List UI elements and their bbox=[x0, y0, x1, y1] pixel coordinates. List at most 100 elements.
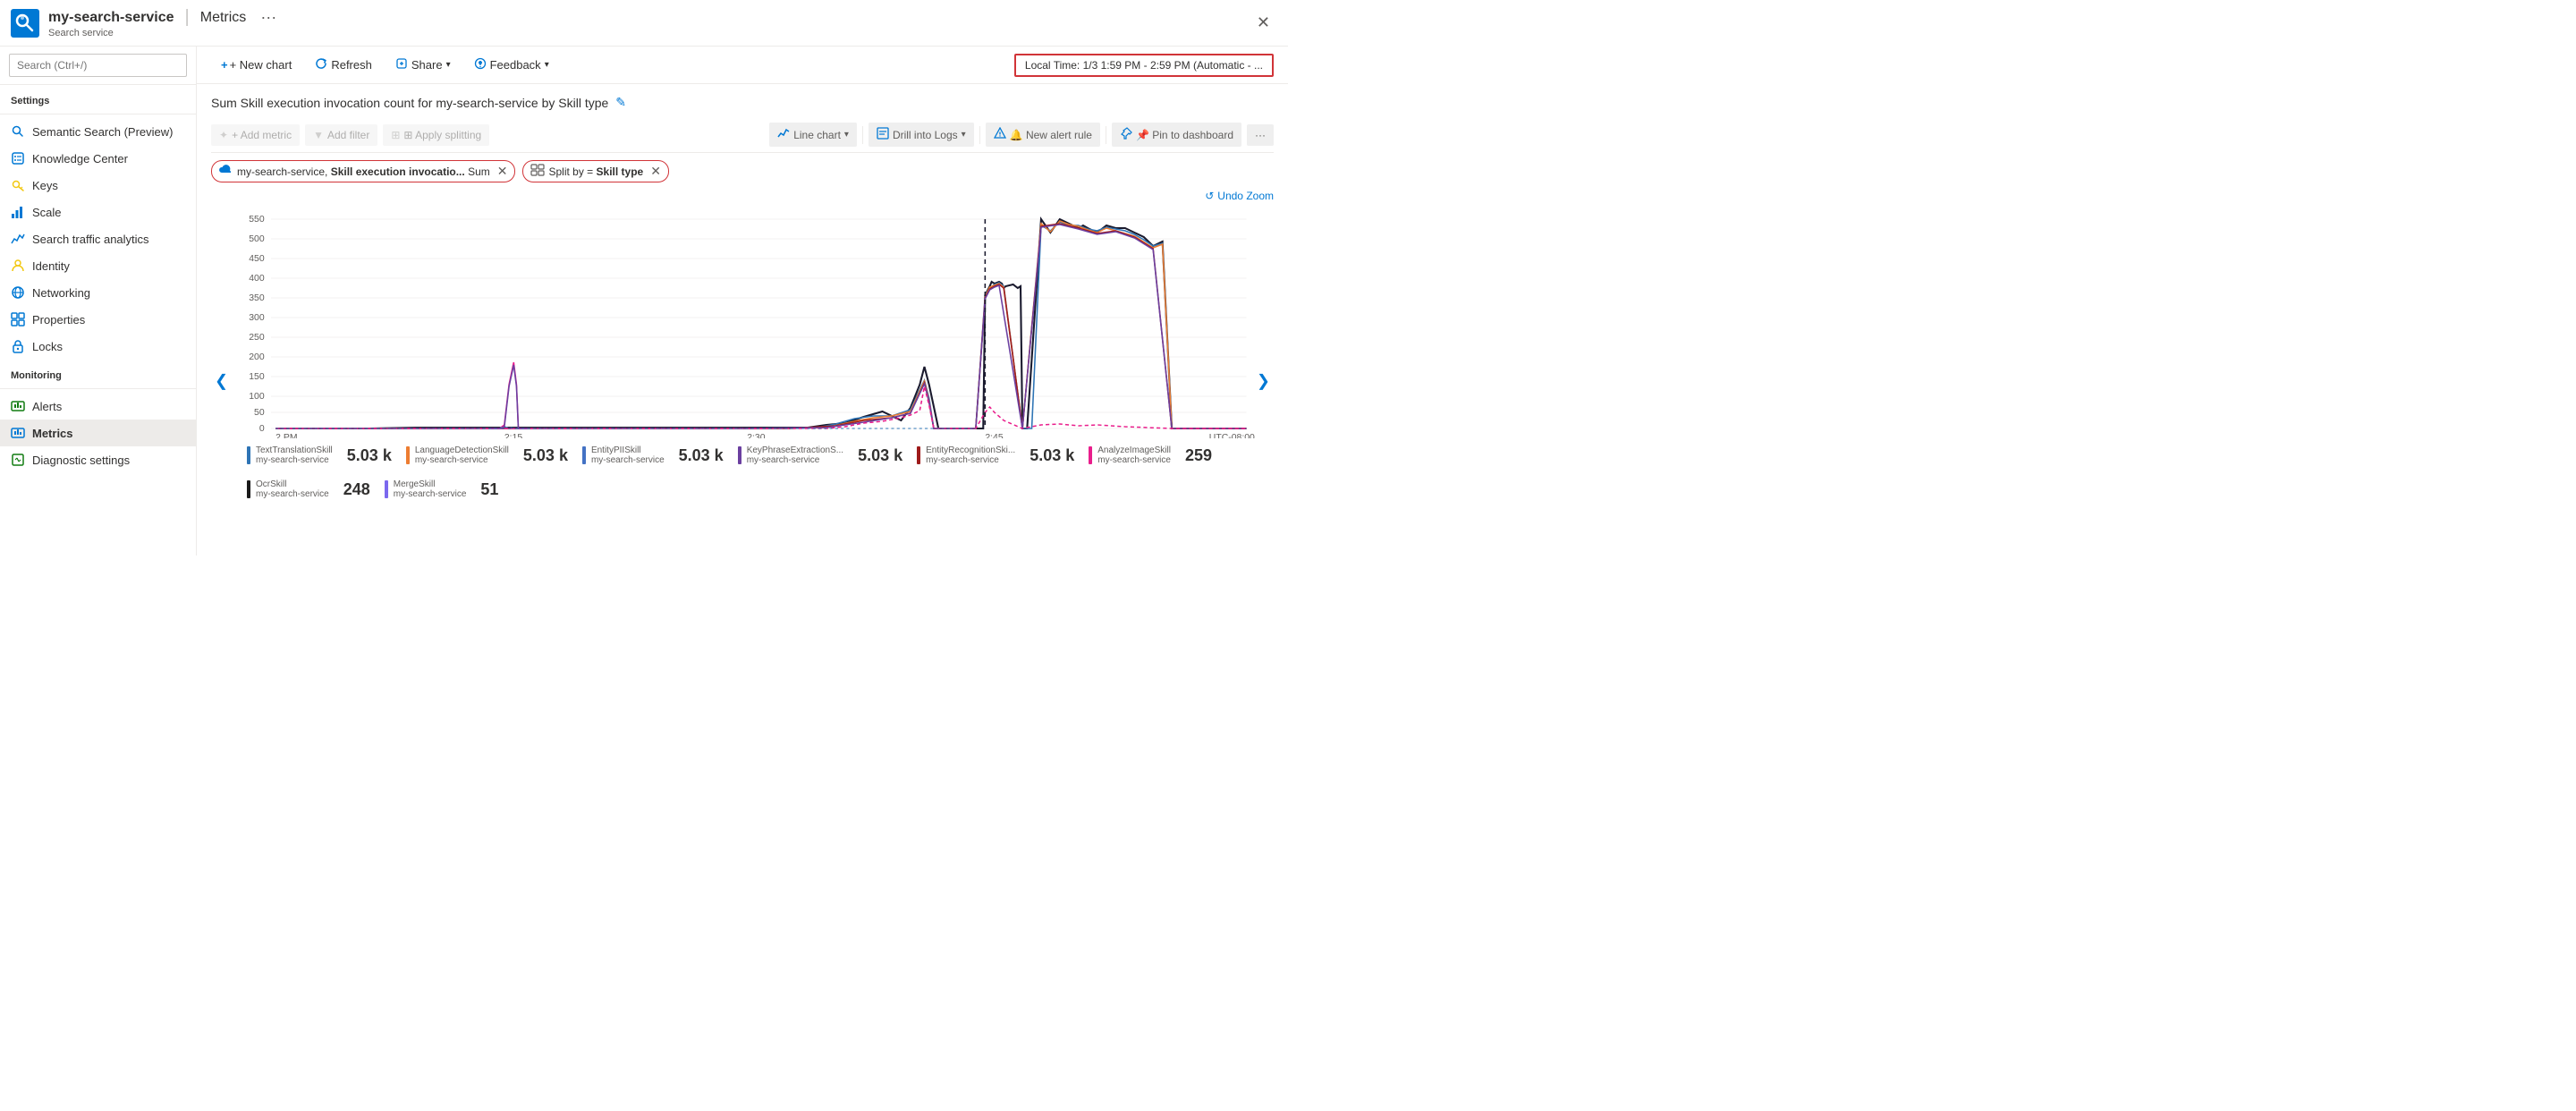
sidebar-search-container bbox=[0, 47, 196, 85]
add-metric-button[interactable]: ✦ + Add metric bbox=[211, 124, 300, 146]
properties-icon bbox=[11, 312, 25, 327]
new-alert-label: 🔔 New alert rule bbox=[1010, 129, 1092, 141]
sidebar-item-properties[interactable]: Properties bbox=[0, 306, 196, 333]
refresh-icon bbox=[315, 57, 327, 72]
sidebar-label-search-traffic: Search traffic analytics bbox=[32, 233, 149, 246]
add-filter-label: Add filter bbox=[327, 129, 369, 141]
sidebar-label-semantic-search: Semantic Search (Preview) bbox=[32, 125, 174, 139]
sidebar-item-scale[interactable]: Scale bbox=[0, 199, 196, 225]
svg-text:400: 400 bbox=[249, 274, 265, 284]
metric-pill[interactable]: my-search-service, Skill execution invoc… bbox=[211, 160, 515, 182]
feedback-caret: ▾ bbox=[545, 60, 549, 70]
sidebar-label-identity: Identity bbox=[32, 259, 70, 273]
pill-split-close[interactable]: ✕ bbox=[650, 164, 661, 179]
sidebar: Settings Semantic Search (Preview) Knowl… bbox=[0, 47, 197, 556]
drill-logs-caret: ▾ bbox=[962, 130, 966, 140]
chart-toolbar: ✦ + Add metric ▼ Add filter ⊞ ⊞ Apply sp… bbox=[211, 117, 1274, 153]
legend-item-header: AnalyzeImageSkill my-search-service 259 bbox=[1089, 445, 1212, 465]
title-ellipsis-button[interactable]: ··· bbox=[260, 8, 276, 27]
chart-nav-left-button[interactable]: ❮ bbox=[211, 368, 232, 394]
time-range-label: Local Time: 1/3 1:59 PM - 2:59 PM (Autom… bbox=[1025, 59, 1263, 72]
sidebar-item-metrics[interactable]: Metrics bbox=[0, 420, 196, 446]
legend-value: 51 bbox=[480, 480, 498, 499]
add-metric-label: + Add metric bbox=[232, 129, 292, 141]
svg-text:UTC-08:00: UTC-08:00 bbox=[1209, 433, 1255, 438]
sidebar-label-alerts: Alerts bbox=[32, 400, 62, 413]
locks-icon bbox=[11, 339, 25, 353]
search-traffic-icon bbox=[11, 232, 25, 246]
legend-value: 5.03 k bbox=[858, 446, 902, 465]
legend-color-bar bbox=[406, 446, 410, 464]
legend-value: 5.03 k bbox=[1030, 446, 1074, 465]
diagnostic-icon bbox=[11, 453, 25, 467]
legend-item: LanguageDetectionSkill my-search-service… bbox=[406, 445, 568, 465]
keys-icon bbox=[11, 178, 25, 192]
search-input[interactable] bbox=[9, 54, 187, 77]
new-chart-button[interactable]: + + New chart bbox=[211, 53, 301, 77]
line-chart-button[interactable]: Line chart ▾ bbox=[769, 123, 857, 147]
legend-service-name: my-search-service bbox=[747, 455, 843, 465]
chart-wrapper: ❮ ❯ bbox=[211, 206, 1274, 556]
sidebar-item-networking[interactable]: Networking bbox=[0, 279, 196, 306]
refresh-button[interactable]: Refresh bbox=[305, 52, 382, 78]
toolbar-sep-2 bbox=[979, 126, 980, 144]
split-pill[interactable]: Split by = Skill type ✕ bbox=[522, 160, 668, 182]
legend-skill-name: TextTranslationSkill bbox=[256, 445, 333, 455]
undo-zoom-button[interactable]: ↺ Undo Zoom bbox=[211, 190, 1274, 202]
sidebar-item-keys[interactable]: Keys bbox=[0, 172, 196, 199]
sidebar-item-identity[interactable]: Identity bbox=[0, 252, 196, 279]
legend-color-bar bbox=[385, 480, 388, 498]
chart-nav-right-button[interactable]: ❯ bbox=[1253, 368, 1274, 394]
search-icon bbox=[11, 124, 25, 139]
chart-edit-icon[interactable]: ✎ bbox=[615, 95, 626, 110]
more-options-button[interactable]: ··· bbox=[1247, 124, 1274, 146]
sidebar-item-search-traffic[interactable]: Search traffic analytics bbox=[0, 225, 196, 252]
sidebar-section-monitoring: Monitoring bbox=[0, 360, 196, 385]
legend-skill-name: EntityPIISkill bbox=[591, 445, 665, 455]
pills-row: my-search-service, Skill execution invoc… bbox=[211, 160, 1274, 182]
legend-service-name: my-search-service bbox=[1097, 455, 1171, 465]
svg-text:350: 350 bbox=[249, 293, 265, 303]
pin-dashboard-label: 📌 Pin to dashboard bbox=[1136, 129, 1233, 141]
sidebar-item-diagnostic[interactable]: Diagnostic settings bbox=[0, 446, 196, 473]
legend-service-name: my-search-service bbox=[256, 455, 333, 465]
drill-logs-button[interactable]: Drill into Logs ▾ bbox=[869, 123, 974, 147]
legend-value: 259 bbox=[1185, 446, 1212, 465]
sidebar-item-locks[interactable]: Locks bbox=[0, 333, 196, 360]
share-button[interactable]: Share ▾ bbox=[386, 52, 461, 78]
title-bar: my-search-service | Metrics ··· Search s… bbox=[0, 0, 1288, 47]
sidebar-item-alerts[interactable]: Alerts bbox=[0, 393, 196, 420]
apply-splitting-button[interactable]: ⊞ ⊞ Apply splitting bbox=[383, 124, 489, 146]
undo-zoom-label: Undo Zoom bbox=[1217, 190, 1274, 202]
add-filter-button[interactable]: ▼ Add filter bbox=[305, 124, 377, 146]
undo-icon: ↺ bbox=[1205, 190, 1214, 202]
sidebar-item-knowledge-center[interactable]: Knowledge Center bbox=[0, 145, 196, 172]
svg-text:0: 0 bbox=[259, 424, 265, 434]
pill-metric-close[interactable]: ✕ bbox=[497, 164, 508, 179]
legend-item-header: MergeSkill my-search-service 51 bbox=[385, 479, 499, 499]
chart-title: Sum Skill execution invocation count for… bbox=[211, 96, 608, 110]
title-bar-text: my-search-service | Metrics ··· Search s… bbox=[48, 7, 276, 38]
legend-skill-name: OcrSkill bbox=[256, 479, 329, 489]
pin-dashboard-button[interactable]: 📌 Pin to dashboard bbox=[1112, 123, 1241, 147]
legend-item-header: OcrSkill my-search-service 248 bbox=[247, 479, 370, 499]
alerts-icon bbox=[11, 399, 25, 413]
sidebar-item-semantic-search[interactable]: Semantic Search (Preview) bbox=[0, 118, 196, 145]
feedback-button[interactable]: Feedback ▾ bbox=[464, 52, 559, 78]
chart-inner: 550 500 450 400 350 300 250 200 150 100 bbox=[229, 206, 1256, 556]
sidebar-label-diagnostic: Diagnostic settings bbox=[32, 454, 130, 467]
metrics-icon bbox=[11, 426, 25, 440]
legend-color-bar bbox=[247, 480, 250, 498]
chart-area: Sum Skill execution invocation count for… bbox=[197, 84, 1288, 556]
svg-text:500: 500 bbox=[249, 234, 265, 244]
legend-item-header: TextTranslationSkill my-search-service 5… bbox=[247, 445, 392, 465]
legend-item: MergeSkill my-search-service 51 bbox=[385, 479, 499, 499]
chart-title-bar: Sum Skill execution invocation count for… bbox=[211, 95, 1274, 110]
legend-item: AnalyzeImageSkill my-search-service 259 bbox=[1089, 445, 1212, 465]
close-button[interactable]: ✕ bbox=[1250, 10, 1277, 36]
new-alert-rule-button[interactable]: 🔔 New alert rule bbox=[986, 123, 1100, 147]
svg-text:2:30: 2:30 bbox=[747, 433, 766, 438]
legend-item-header: EntityRecognitionSki... my-search-servic… bbox=[917, 445, 1074, 465]
sidebar-label-metrics: Metrics bbox=[32, 427, 73, 440]
time-range-button[interactable]: Local Time: 1/3 1:59 PM - 2:59 PM (Autom… bbox=[1014, 54, 1274, 77]
